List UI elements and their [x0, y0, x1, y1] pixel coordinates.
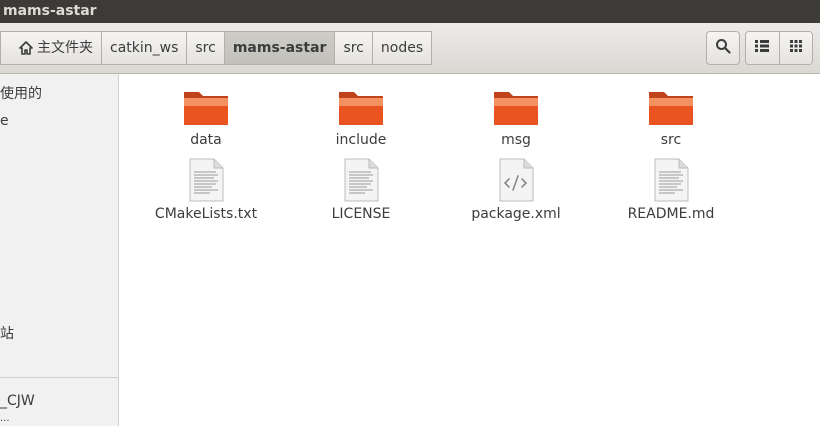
text-file-icon	[654, 158, 689, 202]
sidebar-divider	[0, 377, 118, 378]
breadcrumb-label: src	[343, 40, 364, 56]
view-toggle-group	[745, 31, 813, 65]
breadcrumb-label: mams-astar	[232, 40, 327, 56]
folder-icon	[184, 92, 228, 125]
folder-icon	[649, 92, 693, 125]
breadcrumb-src-sub[interactable]: src	[335, 31, 373, 65]
sidebar-item-trash[interactable]: 站	[0, 323, 14, 343]
sidebar-item-partial[interactable]: ...	[0, 414, 10, 424]
file-item-folder[interactable]: data	[131, 88, 281, 148]
grid-view-icon	[789, 40, 802, 56]
breadcrumb-label: 主文件夹	[37, 40, 93, 56]
file-name: CMakeLists.txt	[154, 206, 258, 222]
breadcrumb-home[interactable]: 主文件夹	[0, 31, 102, 65]
sidebar-item-device[interactable]: _CJW	[0, 393, 35, 409]
sidebar-item-home[interactable]: e	[0, 113, 9, 129]
window-titlebar: mams-astar	[0, 0, 820, 23]
breadcrumb-label: catkin_ws	[110, 40, 179, 56]
breadcrumb-label: nodes	[380, 40, 424, 56]
text-file-icon	[344, 158, 379, 202]
folder-icon	[494, 92, 538, 125]
file-item-folder[interactable]: src	[596, 88, 746, 148]
breadcrumb-nodes[interactable]: nodes	[372, 31, 433, 65]
file-item-folder[interactable]: include	[286, 88, 436, 148]
sidebar: 使用的 e 站 _CJW ...	[0, 74, 119, 426]
file-view: data include msg src CMakeLists.txt LICE…	[119, 74, 820, 426]
file-name: LICENSE	[331, 206, 391, 222]
file-item-xml[interactable]: package.xml	[441, 158, 591, 222]
toolbar: 主文件夹 catkin_ws src mams-astar src nodes	[0, 23, 820, 74]
list-view-button[interactable]	[746, 32, 779, 64]
breadcrumb-src[interactable]: src	[187, 31, 225, 65]
grid-view-button[interactable]	[778, 32, 812, 64]
file-item-text[interactable]: LICENSE	[286, 158, 436, 222]
breadcrumb: 主文件夹 catkin_ws src mams-astar src nodes	[0, 31, 433, 65]
text-file-icon	[189, 158, 224, 202]
file-name: msg	[501, 132, 531, 148]
file-name: README.md	[627, 206, 715, 222]
window-title: mams-astar	[3, 3, 97, 19]
file-item-text[interactable]: README.md	[596, 158, 746, 222]
file-name: package.xml	[471, 206, 561, 222]
folder-icon	[339, 92, 383, 125]
file-name: src	[660, 132, 682, 148]
breadcrumb-label: src	[195, 40, 216, 56]
file-name: include	[335, 132, 387, 148]
breadcrumb-catkin-ws[interactable]: catkin_ws	[102, 31, 188, 65]
file-item-folder[interactable]: msg	[441, 88, 591, 148]
sidebar-item-recent[interactable]: 使用的	[0, 83, 42, 103]
breadcrumb-mams-astar[interactable]: mams-astar	[224, 31, 336, 65]
search-button[interactable]	[706, 31, 740, 65]
search-icon	[715, 38, 731, 58]
xml-file-icon	[499, 158, 534, 202]
file-item-text[interactable]: CMakeLists.txt	[131, 158, 281, 222]
list-view-icon	[755, 40, 770, 56]
file-name: data	[190, 132, 222, 148]
home-icon	[19, 41, 33, 55]
